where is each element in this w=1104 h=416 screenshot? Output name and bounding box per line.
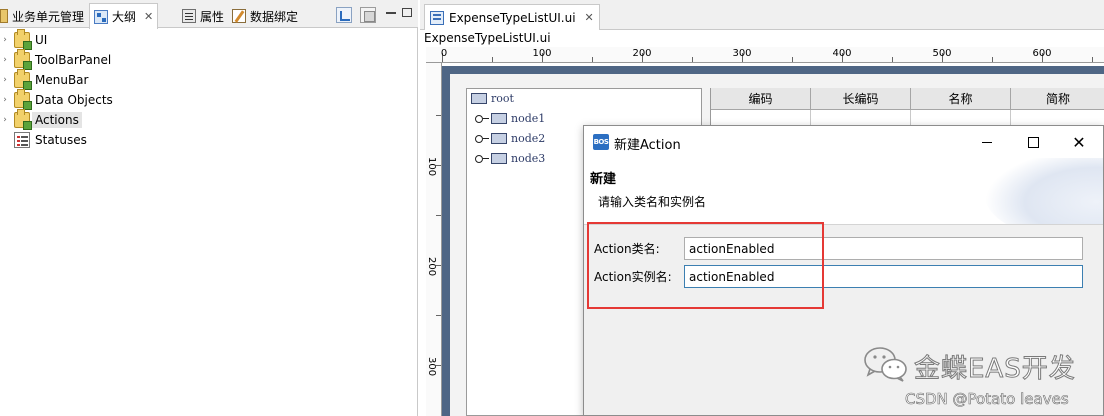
expand-arrow-icon[interactable]: › bbox=[0, 35, 10, 45]
tab-outline[interactable]: 大纲 ✕ bbox=[89, 3, 159, 29]
folder-icon bbox=[491, 133, 507, 144]
node-connector-icon bbox=[475, 114, 489, 124]
tree-item-label: Statuses bbox=[35, 133, 87, 147]
column-header[interactable]: 名称 bbox=[911, 88, 1011, 110]
business-unit-icon bbox=[0, 9, 8, 23]
tree-item-statuses[interactable]: Statuses bbox=[0, 130, 418, 150]
node-connector-icon bbox=[475, 154, 489, 164]
editor-tab-label: ExpenseTypeListUI.ui bbox=[449, 10, 576, 25]
wechat-watermark-icon bbox=[864, 347, 907, 382]
ruler-label: 500 bbox=[932, 48, 952, 59]
package-icon bbox=[14, 89, 32, 110]
column-header[interactable]: 编码 bbox=[711, 88, 811, 110]
left-pane: 业务单元管理 大纲 ✕ 属性 数据绑定 › UI › ToolBarPanel bbox=[0, 0, 418, 416]
horizontal-ruler: 0 100 200 300 400 500 600 bbox=[426, 47, 1104, 63]
package-icon bbox=[14, 49, 32, 70]
maximize-icon[interactable] bbox=[402, 8, 412, 17]
folder-icon bbox=[471, 93, 487, 104]
tree-item-ui[interactable]: › UI bbox=[0, 29, 418, 50]
list-icon bbox=[14, 132, 30, 148]
dialog-title: 新建Action bbox=[614, 138, 681, 153]
tab-business-unit-label: 业务单元管理 bbox=[12, 9, 85, 24]
ui-tree-node[interactable]: node1 bbox=[475, 112, 545, 125]
tree-item-label: UI bbox=[35, 33, 48, 47]
tree-item-label: MenuBar bbox=[35, 73, 89, 87]
tab-data-binding-label: 数据绑定 bbox=[250, 9, 299, 24]
expand-arrow-icon[interactable]: › bbox=[0, 95, 10, 105]
outline-icon bbox=[94, 9, 108, 24]
ui-tree-root[interactable]: root bbox=[471, 92, 514, 105]
outline-tree: › UI › ToolBarPanel › MenuBar › Data Obj… bbox=[0, 29, 418, 150]
ruler-label: 200 bbox=[426, 257, 437, 277]
ui-file-icon bbox=[430, 10, 444, 25]
minimize-button[interactable] bbox=[964, 126, 1010, 158]
header-decoration bbox=[984, 158, 1103, 224]
close-icon[interactable]: ✕ bbox=[585, 11, 594, 24]
editor-breadcrumb: ExpenseTypeListUI.ui bbox=[424, 31, 551, 45]
minimize-icon[interactable] bbox=[386, 12, 396, 14]
csdn-watermark: CSDN @Potato leaves bbox=[905, 390, 1069, 409]
tree-item-data-objects[interactable]: › Data Objects bbox=[0, 89, 418, 110]
package-icon bbox=[14, 29, 32, 50]
tree-item-toolbarpanel[interactable]: › ToolBarPanel bbox=[0, 49, 418, 70]
ui-tree-node-label: node2 bbox=[511, 132, 546, 145]
tab-data-binding[interactable]: 数据绑定 bbox=[228, 4, 302, 28]
column-header[interactable]: 长编码 bbox=[811, 88, 911, 110]
package-icon bbox=[14, 109, 32, 130]
tree-item-actions[interactable]: › Actions bbox=[0, 109, 418, 130]
tab-business-unit[interactable]: 业务单元管理 bbox=[0, 4, 88, 28]
bos-app-icon: BOS bbox=[593, 134, 609, 150]
ruler-label: 0 bbox=[440, 48, 448, 59]
ruler-label: 600 bbox=[1032, 48, 1052, 59]
vertical-ruler: 100 200 300 bbox=[426, 63, 442, 416]
ruler-label: 400 bbox=[832, 48, 852, 59]
folder-icon bbox=[491, 113, 507, 124]
column-header[interactable]: 简称 bbox=[1011, 88, 1104, 110]
properties-icon bbox=[182, 9, 196, 23]
ruler-label: 100 bbox=[426, 157, 437, 177]
close-icon[interactable]: ✕ bbox=[144, 10, 153, 23]
tab-properties-label: 属性 bbox=[200, 9, 225, 24]
package-icon bbox=[14, 69, 32, 90]
view-menu-icon[interactable] bbox=[360, 7, 376, 23]
ruler-label: 300 bbox=[426, 357, 437, 377]
folder-icon bbox=[491, 153, 507, 164]
tree-item-menubar[interactable]: › MenuBar bbox=[0, 69, 418, 90]
node-connector-icon bbox=[475, 134, 489, 144]
ruler-label: 200 bbox=[632, 48, 652, 59]
dialog-header-message: 请输入类名和实例名 bbox=[598, 195, 707, 209]
close-button[interactable]: ✕ bbox=[1056, 126, 1102, 158]
dialog-titlebar[interactable]: BOS 新建Action ✕ bbox=[584, 126, 1103, 158]
data-binding-icon bbox=[232, 9, 246, 23]
tree-item-label: Actions bbox=[32, 112, 82, 128]
tree-item-label: ToolBarPanel bbox=[35, 53, 112, 67]
dialog-header: 新建 请输入类名和实例名 bbox=[584, 158, 1103, 225]
ui-tree-node-label: node1 bbox=[511, 112, 546, 125]
expand-arrow-icon[interactable]: › bbox=[0, 75, 10, 85]
ruler-label: 100 bbox=[532, 48, 552, 59]
tab-properties[interactable]: 属性 bbox=[178, 4, 228, 28]
editor-tab[interactable]: ExpenseTypeListUI.ui ✕ bbox=[424, 4, 600, 30]
ui-tree-node[interactable]: node2 bbox=[475, 132, 545, 145]
ruler-label: 300 bbox=[732, 48, 752, 59]
maximize-button[interactable] bbox=[1010, 126, 1056, 158]
tab-outline-label: 大纲 bbox=[112, 10, 137, 24]
left-tab-bar: 业务单元管理 大纲 ✕ 属性 数据绑定 bbox=[0, 0, 418, 29]
tree-item-label: Data Objects bbox=[35, 93, 113, 107]
brand-watermark: 金蝶EAS开发 bbox=[914, 354, 1076, 385]
editor-tab-bar: ExpenseTypeListUI.ui ✕ bbox=[420, 0, 1104, 30]
expand-arrow-icon[interactable]: › bbox=[0, 115, 10, 125]
expand-arrow-icon[interactable]: › bbox=[0, 55, 10, 65]
ui-tree-root-label: root bbox=[491, 92, 514, 105]
ui-tree-node-label: node3 bbox=[511, 152, 546, 165]
link-with-editor-icon[interactable] bbox=[336, 7, 352, 23]
annotation-highlight-box bbox=[587, 222, 824, 309]
dialog-header-title: 新建 bbox=[590, 172, 617, 187]
ui-tree-node[interactable]: node3 bbox=[475, 152, 545, 165]
